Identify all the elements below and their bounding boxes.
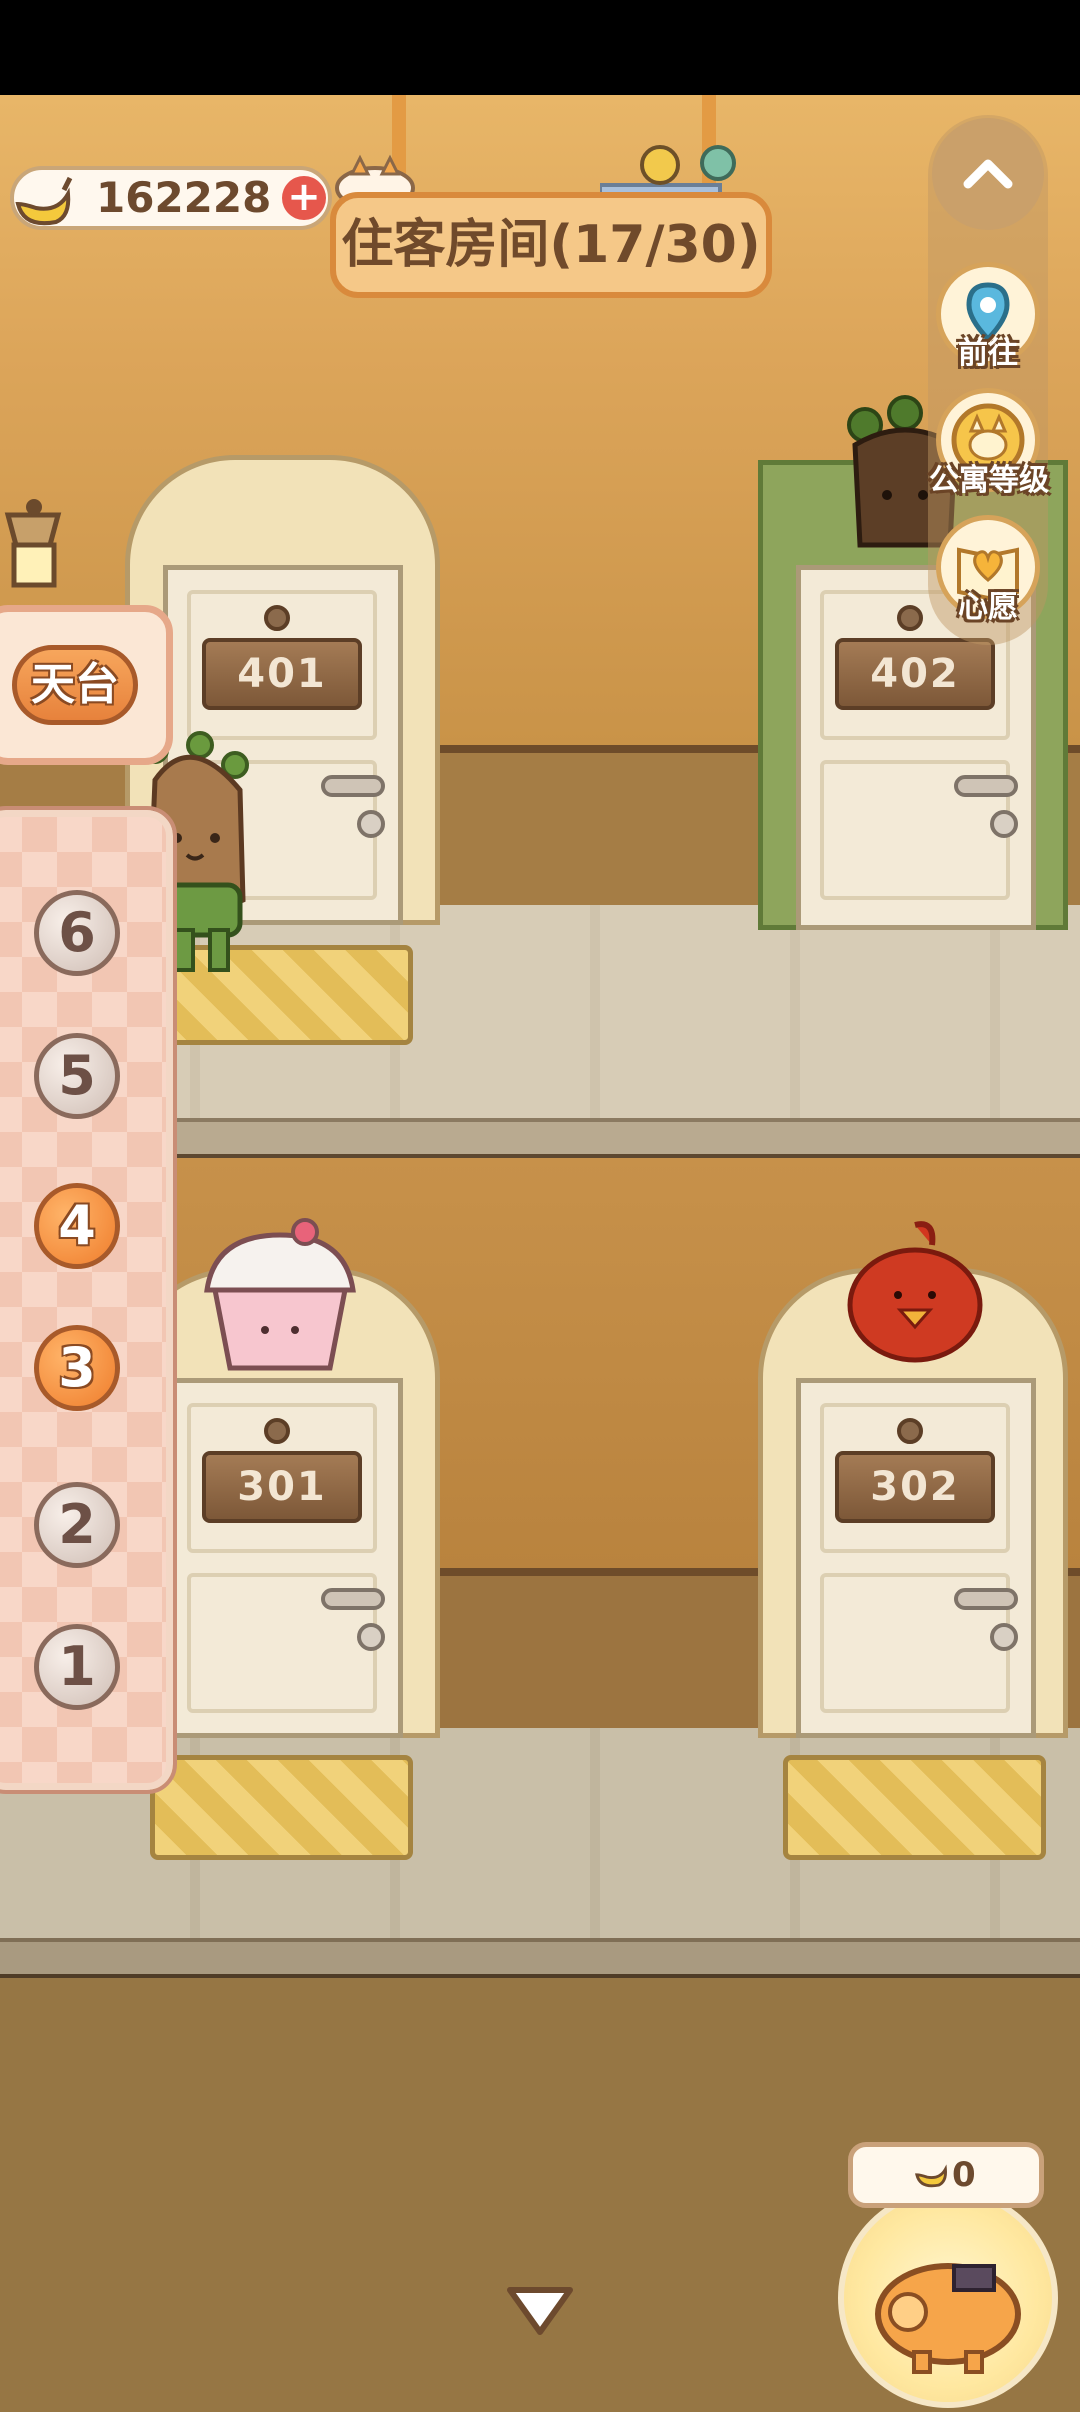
floor-button-4[interactable]: 4 (34, 1183, 120, 1269)
plaque-hook (897, 1418, 923, 1444)
room-number-plaque: 402 (835, 638, 995, 710)
piggy-bank-button[interactable] (838, 2188, 1058, 2408)
floor-button-6[interactable]: 6 (34, 890, 120, 976)
banana-icon (15, 176, 73, 226)
chevron-up-icon (963, 159, 1013, 189)
floor-button-2[interactable]: 2 (34, 1482, 120, 1568)
room-number-plaque: 302 (835, 1451, 995, 1523)
door-handle (321, 775, 385, 797)
wish-label: 心愿 (958, 590, 1018, 625)
piggy-bank-icon (875, 2263, 1021, 2374)
plaque-hook (264, 1418, 290, 1444)
cupcake-guest-character[interactable] (195, 1210, 365, 1380)
door-handle (954, 775, 1018, 797)
floor-button-3[interactable]: 3 (34, 1325, 120, 1411)
room-title: 住客房间(17/30) (341, 215, 761, 275)
doormat-301 (150, 1755, 413, 1860)
status-bar (0, 0, 1080, 95)
collapse-menu-button[interactable] (932, 118, 1044, 230)
door-handle (321, 1588, 385, 1610)
apartment-level-label: 公寓等级 (929, 463, 1049, 498)
door-handle (954, 1588, 1018, 1610)
scroll-down-arrow-icon[interactable] (504, 2284, 576, 2340)
wall-lamp-icon (4, 499, 62, 588)
door-knob (357, 810, 385, 838)
goto-label: 前往 (958, 336, 1018, 371)
door-knob (990, 810, 1018, 838)
floor-edge-3 (0, 1938, 1080, 1978)
doormat-302 (783, 1755, 1046, 1860)
red-bird-guest-character[interactable] (840, 1215, 990, 1365)
door-knob (357, 1623, 385, 1651)
banana-icon (915, 2164, 947, 2188)
floor-button-5[interactable]: 5 (34, 1033, 120, 1119)
currency-value: 162228 (96, 173, 272, 222)
income-value: 0 (952, 2155, 976, 2195)
add-currency-button[interactable]: + (282, 176, 326, 220)
door-knob (990, 1623, 1018, 1651)
plaque-hook (264, 605, 290, 631)
room-number-plaque: 301 (202, 1451, 362, 1523)
room-number-plaque: 401 (202, 638, 362, 710)
floor-button-1[interactable]: 1 (34, 1624, 120, 1710)
rooftop-button[interactable]: 天台 (12, 645, 138, 725)
